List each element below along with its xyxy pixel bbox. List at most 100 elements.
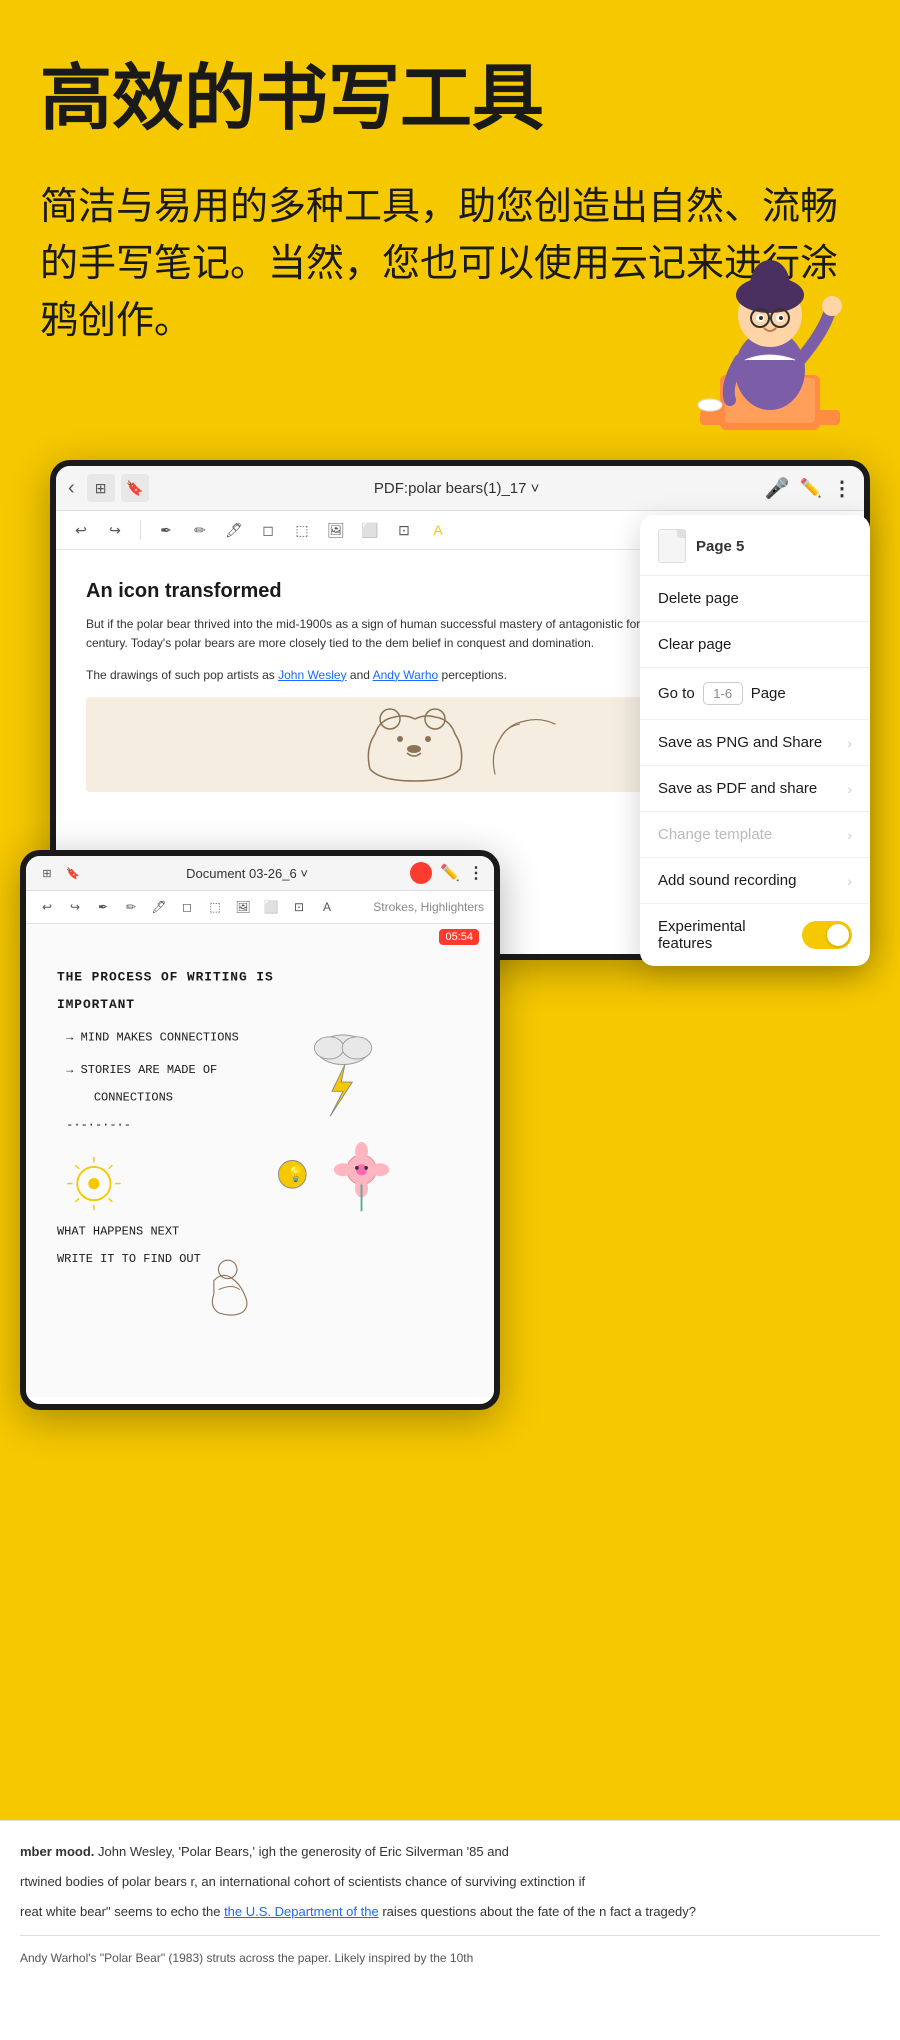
experimental-features-label: Experimental features [658,918,802,952]
second-drawing-tools: ↩ ↪ ✒ ✏ 🖊 ◻ ⬚ 🖼 ⬜ ⊡ A Strokes, Highlight… [26,891,494,924]
bottom-para-2: rtwined bodies of polar bears r, an inte… [20,1871,880,1893]
save-png-label: Save as PNG and Share [658,734,822,751]
strokes-label: Strokes, Highlighters [373,900,484,914]
clear-page-label: Clear page [658,636,731,653]
svg-text:→ STORIES ARE MADE OF: → STORIES ARE MADE OF [66,1063,217,1077]
second-eraser-icon[interactable]: ◻ [176,896,198,918]
second-img-icon[interactable]: 🖼 [232,896,254,918]
svg-text:CONNECTIONS: CONNECTIONS [94,1091,173,1105]
second-bookmark-icon[interactable]: 🔖 [62,862,84,884]
clear-page-item[interactable]: Clear page [640,622,870,668]
john-wesley-link[interactable]: John Wesley [278,668,346,682]
goto-page-item[interactable]: Go to Page [640,668,870,720]
second-tablet: ⊞ 🔖 Document 03-26_6 ˅ ✏️ ⋮ ↩ ↪ ✒ ✏ 🖊 ◻ … [20,850,500,1410]
second-textbox-icon[interactable]: ⬜ [260,896,282,918]
svg-text:→ MIND MAKES CONNECTIONS: → MIND MAKES CONNECTIONS [66,1031,239,1045]
svg-text:-·-·-·-·-: -·-·-·-·- [66,1118,131,1132]
page-thumbnail-icon [658,529,686,563]
goto-input[interactable] [703,682,743,705]
redo-icon[interactable]: ↪ [102,517,128,543]
context-menu-header: Page 5 [640,515,870,576]
second-select-icon[interactable]: ⊡ [288,896,310,918]
svg-text:💡: 💡 [287,1165,305,1183]
back-button[interactable]: ‹ [68,477,75,500]
hero-section: 高效的书写工具 简洁与易用的多种工具，助您创造出自然、流畅的手写笔记。当然，您也… [0,0,900,400]
pen-icon[interactable]: ✏️ [800,478,822,499]
document-title[interactable]: PDF:polar bears(1)_17 ˅ [157,480,757,497]
menu-page-title: Page 5 [696,538,744,555]
second-lasso-icon[interactable]: ⬚ [204,896,226,918]
toolbar-grid-icons: ⊞ 🔖 [87,474,149,502]
toggle-knob [827,924,849,946]
delete-page-label: Delete page [658,590,739,607]
image-icon[interactable]: 🖼 [323,517,349,543]
add-sound-label: Add sound recording [658,872,796,889]
text-select-icon[interactable]: ⊡ [391,517,417,543]
change-template-chevron-icon: › [847,827,852,843]
bottom-document-section: mber mood. John Wesley, 'Polar Bears,' i… [0,1820,900,2040]
handwriting-canvas: 05:54 THE PROCESS OF WRITING IS IMPORTAN… [26,924,494,1397]
tablet-toolbar: ‹ ⊞ 🔖 PDF:polar bears(1)_17 ˅ 🎤 ✏️ ⋮ [56,466,864,511]
microphone-icon[interactable]: 🎤 [765,476,790,501]
second-undo-icon[interactable]: ↩ [36,896,58,918]
bottom-para-3: reat white bear" seems to echo the the U… [20,1901,880,1923]
second-font-icon[interactable]: A [316,896,338,918]
svg-text:WHAT HAPPENS NEXT: WHAT HAPPENS NEXT [57,1225,179,1239]
bookmark-icon[interactable]: 🔖 [121,474,149,502]
save-pdf-item[interactable]: Save as PDF and share › [640,766,870,812]
goto-row: Go to Page [658,682,786,705]
save-png-item[interactable]: Save as PNG and Share › [640,720,870,766]
highlighter-icon[interactable]: 🖊 [221,517,247,543]
second-toolbar-right: ✏️ ⋮ [410,862,484,884]
bottom-para-1: mber mood. John Wesley, 'Polar Bears,' i… [20,1841,880,1863]
bottom-text-block: mber mood. John Wesley, 'Polar Bears,' i… [20,1841,880,1969]
add-sound-chevron-icon: › [847,873,852,889]
experimental-features-item[interactable]: Experimental features [640,904,870,966]
hero-title: 高效的书写工具 [40,60,860,139]
pen-tool-icon[interactable]: ✒ [153,517,179,543]
grid-icon[interactable]: ⊞ [87,474,115,502]
recording-indicator [410,862,432,884]
save-png-chevron-icon: › [847,735,852,751]
text-box-icon[interactable]: ⬜ [357,517,383,543]
context-menu: Page 5 Delete page Clear page Go to Page… [640,515,870,966]
andy-warhol-link[interactable]: Andy Warho [373,668,439,682]
font-icon[interactable]: A [425,517,451,543]
second-toolbar: ⊞ 🔖 Document 03-26_6 ˅ ✏️ ⋮ [26,856,494,891]
dept-link[interactable]: the U.S. Department of the [224,1904,379,1919]
footer-divider: Andy Warhol's "Polar Bear" (1983) struts… [20,1935,880,1968]
svg-text:THE PROCESS OF WRITING IS: THE PROCESS OF WRITING IS [57,970,274,985]
save-pdf-label: Save as PDF and share [658,780,817,797]
toolbar-right-actions: 🎤 ✏️ ⋮ [765,476,852,501]
second-pencil-icon[interactable]: ✏ [120,896,142,918]
goto-label: Go to [658,685,695,702]
handwriting-svg: THE PROCESS OF WRITING IS IMPORTANT → MI… [41,939,479,1382]
undo-icon[interactable]: ↩ [68,517,94,543]
character-illustration [670,240,870,460]
change-template-item[interactable]: Change template › [640,812,870,858]
pencil-tool-icon[interactable]: ✏ [187,517,213,543]
eraser-icon[interactable]: ◻ [255,517,281,543]
second-pen-icon[interactable]: ✏️ [440,863,460,883]
delete-page-item[interactable]: Delete page [640,576,870,622]
footer-text: Andy Warhol's "Polar Bear" (1983) struts… [20,1948,880,1968]
tool-divider [140,520,141,540]
save-pdf-chevron-icon: › [847,781,852,797]
experimental-toggle[interactable] [802,921,852,949]
add-sound-item[interactable]: Add sound recording › [640,858,870,904]
second-grid-icon[interactable]: ⊞ [36,862,58,884]
lasso-icon[interactable]: ⬚ [289,517,315,543]
change-template-label: Change template [658,826,772,843]
second-highlight-icon[interactable]: 🖊 [148,896,170,918]
more-options-icon[interactable]: ⋮ [832,476,852,501]
second-dots-icon[interactable]: ⋮ [468,863,484,883]
second-doc-title[interactable]: Document 03-26_6 ˅ [90,866,404,881]
tablets-area: ‹ ⊞ 🔖 PDF:polar bears(1)_17 ˅ 🎤 ✏️ ⋮ ↩ ↪… [20,460,880,1360]
svg-text:IMPORTANT: IMPORTANT [57,997,135,1012]
second-toolbar-icons: ⊞ 🔖 [36,862,84,884]
timer-badge: 05:54 [439,929,479,945]
svg-text:WRITE IT TO FIND OUT: WRITE IT TO FIND OUT [57,1252,201,1266]
page-suffix: Page [751,685,786,702]
second-redo-icon[interactable]: ↪ [64,896,86,918]
second-pen-tool-icon[interactable]: ✒ [92,896,114,918]
